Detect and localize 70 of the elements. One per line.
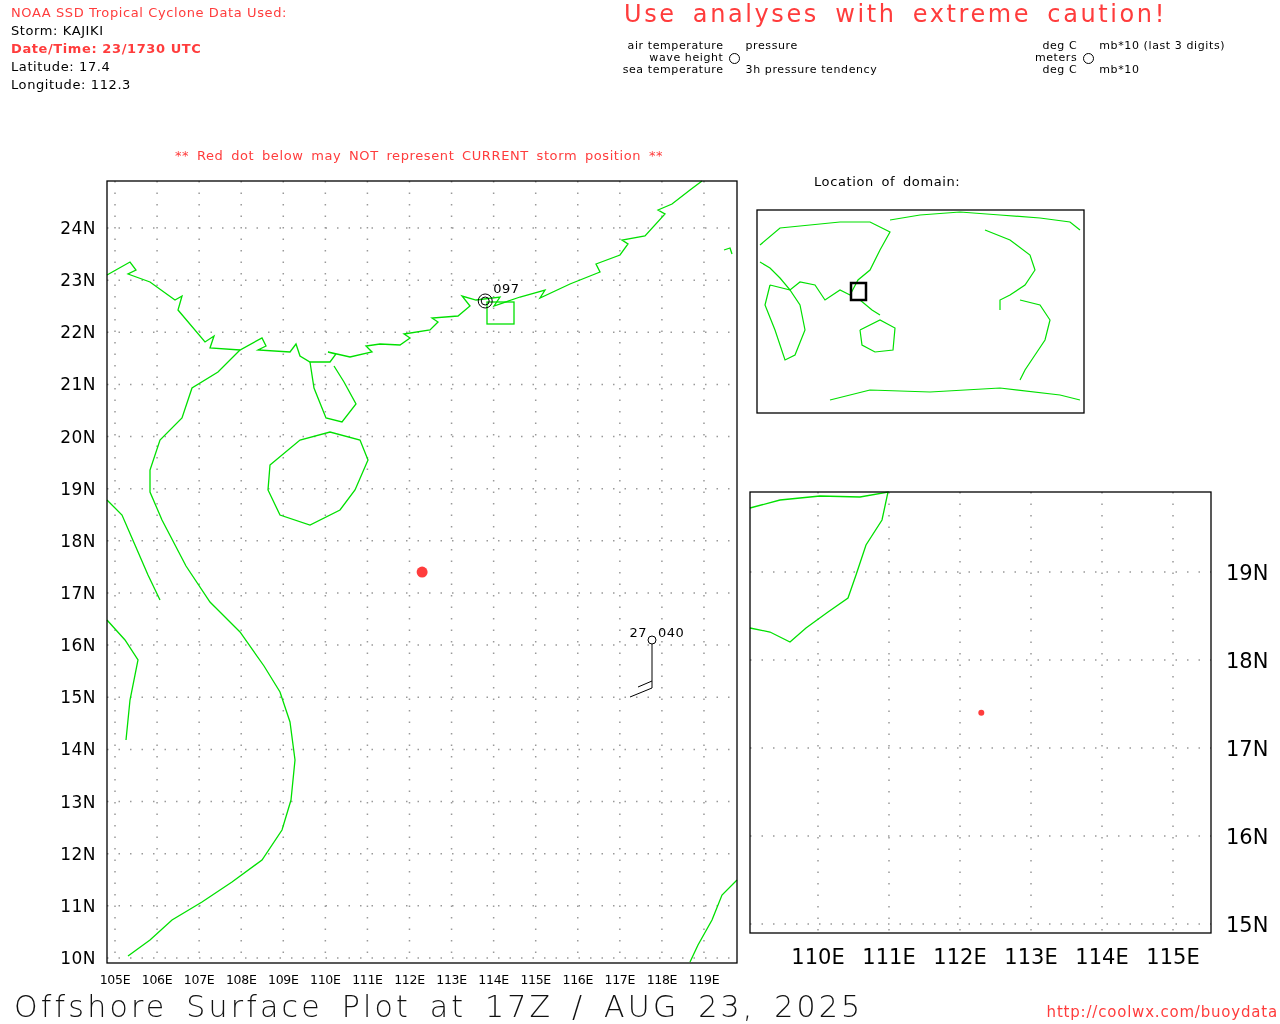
latitude-label: 14N <box>60 739 96 760</box>
unit-label: mb*10 <box>1099 64 1140 76</box>
longitude-label: 115E <box>520 972 551 987</box>
longitude-label: 119E <box>688 972 720 987</box>
longitude-label: 110E <box>310 972 341 987</box>
longitude-label: 113E <box>1004 945 1058 969</box>
latitude-label: 20N <box>60 426 96 447</box>
longitude-label: 107E <box>183 972 215 987</box>
unit-label: mb*10 (last 3 digits) <box>1099 40 1226 52</box>
latitude-label: 24N <box>60 218 96 238</box>
legend-label: air temperature <box>627 40 724 52</box>
longitude-label: 117E <box>604 972 636 987</box>
latitude-label: 13N <box>60 791 96 812</box>
longitude-label: 109E <box>268 972 299 987</box>
legend-label: wave height <box>649 52 724 64</box>
latitude-label: 23N <box>60 270 96 291</box>
latitude-label: 18N <box>1226 649 1269 673</box>
caution-notice: Use analyses with extreme caution! <box>623 0 1168 28</box>
longitude-label: 111E <box>352 972 383 987</box>
latitude-label: 18N <box>60 530 96 551</box>
legend-label: 3h pressure tendency <box>745 64 878 76</box>
storm-position-dot <box>978 709 985 716</box>
wind-barb-icon <box>629 643 653 698</box>
longitude-label: 112E <box>394 972 425 987</box>
station-ring-icon <box>477 293 493 309</box>
longitude-label: 111E <box>862 945 916 969</box>
latitude-label: 12N <box>60 843 96 864</box>
longitude-label: 110E <box>791 945 845 969</box>
storm-position-dot <box>416 566 428 578</box>
longitude-label: 114E <box>478 972 509 987</box>
longitude-label: 106E <box>141 972 173 987</box>
storm-longitude: Longitude: 112.3 <box>11 76 132 93</box>
longitude-label: 114E <box>1075 945 1129 969</box>
longitude-label: 118E <box>646 972 678 987</box>
longitude-label: 116E <box>562 972 594 987</box>
latitude-label: 17N <box>60 583 96 603</box>
longitude-label: 108E <box>225 972 257 987</box>
latitude-label: 15N <box>1226 913 1269 937</box>
date-time: Date/Time: 23/1730 UTC <box>11 40 203 57</box>
latitude-label: 10N <box>60 947 96 968</box>
legend-label: pressure <box>745 40 798 52</box>
station-pressure: 040 <box>658 625 685 640</box>
domain-map-title: Location of domain: <box>814 175 961 189</box>
data-source-heading: NOAA SSD Tropical Cyclone Data Used: <box>11 4 288 21</box>
station-pressure: 097 <box>493 281 520 296</box>
station-air-temperature: 27 <box>629 625 647 640</box>
latitude-label: 11N <box>60 895 96 916</box>
longitude-label: 112E <box>933 945 987 969</box>
unit-label: deg C <box>1042 64 1078 76</box>
latitude-label: 19N <box>60 478 96 499</box>
latitude-label: 16N <box>60 635 96 656</box>
plot-title: Offshore Surface Plot at 17Z / AUG 23, 2025 <box>14 990 864 1024</box>
storm-latitude: Latitude: 17.4 <box>11 58 112 75</box>
latitude-label: 15N <box>60 687 96 708</box>
longitude-label: 105E <box>99 972 131 987</box>
unit-label: deg C <box>1042 40 1078 52</box>
storm-name: Storm: KAJIKI <box>11 22 105 39</box>
longitude-label: 115E <box>1146 945 1200 969</box>
latitude-label: 22N <box>60 322 96 343</box>
longitude-label: 113E <box>436 972 467 987</box>
unit-label: meters <box>1034 52 1078 64</box>
legend-label: sea temperature <box>622 64 724 76</box>
latitude-label: 19N <box>1226 561 1269 585</box>
domain-box <box>849 281 868 302</box>
latitude-label: 17N <box>1226 737 1269 761</box>
storm-position-warning: ** Red dot below may NOT represent CURRENT storm position ** <box>174 147 665 165</box>
source-url[interactable]: http://coolwx.com/buoydata <box>1046 1003 1278 1024</box>
latitude-label: 21N <box>60 374 96 395</box>
station-circle-icon <box>647 635 657 645</box>
latitude-label: 16N <box>1226 825 1269 849</box>
